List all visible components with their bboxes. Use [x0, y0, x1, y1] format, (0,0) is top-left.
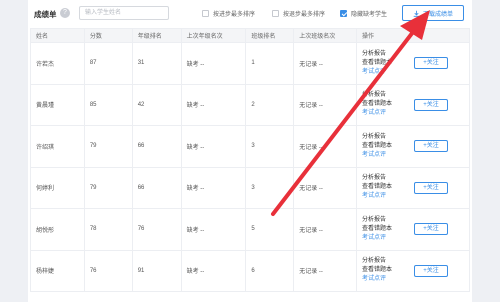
exam-comment-link[interactable]: 考试点评 — [362, 109, 414, 118]
table-row: 何婷利 79 66 缺考 -- 3 无记录 -- 分析报告 查看错题本 考试点评 +关注 — [30, 166, 470, 209]
table-row: 黄晨瑾 85 42 缺考 -- 2 无记录 -- 分析报告 查看错题本 考试点评 +关注 — [30, 83, 470, 126]
grade-rank-cell: 31 — [131, 42, 182, 85]
sort-progress-checkbox[interactable] — [202, 10, 209, 17]
download-icon — [413, 10, 420, 17]
col-header-class-rank[interactable]: 班级排名 — [245, 28, 295, 43]
student-name-cell: 许绍琪 — [30, 125, 85, 168]
class-rank-cell: 3 — [245, 166, 295, 209]
sort-regress-option[interactable]: 按退步最多排序 — [272, 9, 325, 18]
col-header-actions: 操作 — [356, 28, 470, 43]
student-name-cell: 黄晨瑾 — [30, 83, 85, 126]
toolbar: 成绩单 ? 按进步最多排序 按退步最多排序 隐藏缺考学生 下载成绩单 — [28, 0, 472, 28]
table-header-row: 姓名 分数 年级排名 上次年级名次 班级排名 上次班级名次 操作 — [30, 28, 470, 43]
col-header-last-class-rank[interactable]: 上次班级名次 — [293, 28, 358, 43]
last-class-rank-cell: 无记录 -- — [293, 125, 358, 168]
follow-button[interactable]: +关注 — [414, 98, 449, 111]
student-name-cell: 何婷利 — [30, 166, 85, 209]
last-grade-rank-cell: 缺考 -- — [180, 208, 247, 251]
exam-comment-link[interactable]: 考试点评 — [362, 275, 414, 284]
score-cell: 79 — [83, 166, 133, 209]
report-card-panel: 成绩单 ? 按进步最多排序 按退步最多排序 隐藏缺考学生 下载成绩单 — [28, 0, 472, 302]
wrong-book-link[interactable]: 查看错题本 — [362, 100, 414, 109]
class-rank-cell: 2 — [245, 83, 295, 126]
sort-regress-label: 按退步最多排序 — [283, 12, 326, 18]
wrong-book-link[interactable]: 查看错题本 — [362, 183, 414, 192]
actions-cell: 分析报告 查看错题本 考试点评 +关注 — [356, 83, 470, 126]
grade-rank-cell: 42 — [131, 83, 182, 126]
follow-button[interactable]: +关注 — [414, 57, 449, 70]
class-rank-cell: 3 — [245, 125, 295, 168]
grade-rank-cell: 76 — [131, 208, 182, 251]
grade-rank-cell: 66 — [131, 166, 182, 209]
score-table: 姓名 分数 年级排名 上次年级名次 班级排名 上次班级名次 操作 许若杰 87 31… — [30, 28, 470, 292]
class-rank-cell: 1 — [245, 42, 295, 85]
student-name-cell: 杨梓婕 — [30, 249, 85, 292]
analysis-report-link[interactable]: 分析报告 — [362, 50, 414, 59]
last-grade-rank-cell: 缺考 -- — [180, 125, 247, 168]
col-header-name[interactable]: 姓名 — [30, 28, 85, 43]
download-label: 下载成绩单 — [422, 11, 453, 18]
col-header-score[interactable]: 分数 — [83, 28, 133, 43]
exam-comment-link[interactable]: 考试点评 — [362, 68, 414, 77]
last-grade-rank-cell: 缺考 -- — [180, 166, 247, 209]
wrong-book-link[interactable]: 查看错题本 — [362, 59, 414, 68]
exam-comment-link[interactable]: 考试点评 — [362, 234, 414, 243]
wrong-book-link[interactable]: 查看错题本 — [362, 225, 414, 234]
score-cell: 76 — [83, 249, 133, 292]
follow-button[interactable]: +关注 — [414, 223, 449, 236]
hide-absent-option[interactable]: 隐藏缺考学生 — [340, 9, 387, 18]
score-cell: 78 — [83, 208, 133, 251]
search-input[interactable] — [79, 6, 169, 20]
follow-button[interactable]: +关注 — [414, 181, 449, 194]
analysis-report-link[interactable]: 分析报告 — [362, 257, 414, 266]
col-header-last-grade-rank[interactable]: 上次年级名次 — [180, 28, 247, 43]
student-name-cell: 胡悦彤 — [30, 208, 85, 251]
last-grade-rank-cell: 缺考 -- — [180, 42, 247, 85]
actions-cell: 分析报告 查看错题本 考试点评 +关注 — [356, 249, 470, 292]
table-row: 许绍琪 79 66 缺考 -- 3 无记录 -- 分析报告 查看错题本 考试点评 +关注 — [30, 125, 470, 168]
class-rank-cell: 6 — [245, 249, 295, 292]
student-name-cell: 许若杰 — [30, 42, 85, 85]
table-row: 许若杰 87 31 缺考 -- 1 无记录 -- 分析报告 查看错题本 考试点评 +关注 — [30, 42, 470, 85]
analysis-report-link[interactable]: 分析报告 — [362, 216, 414, 225]
table-row: 胡悦彤 78 76 缺考 -- 5 无记录 -- 分析报告 查看错题本 考试点评 +关注 — [30, 208, 470, 251]
page-title: 成绩单 — [34, 10, 57, 19]
follow-button[interactable]: +关注 — [414, 264, 449, 277]
follow-button[interactable]: +关注 — [414, 140, 449, 153]
sort-progress-option[interactable]: 按进步最多排序 — [202, 9, 255, 18]
score-cell: 85 — [83, 83, 133, 126]
score-cell: 87 — [83, 42, 133, 85]
grade-rank-cell: 91 — [131, 249, 182, 292]
download-report-button[interactable]: 下载成绩单 — [402, 5, 464, 21]
question-icon[interactable]: ? — [60, 8, 70, 18]
col-header-grade-rank[interactable]: 年级排名 — [131, 28, 182, 43]
analysis-report-link[interactable]: 分析报告 — [362, 174, 414, 183]
last-class-rank-cell: 无记录 -- — [293, 166, 358, 209]
score-cell: 79 — [83, 125, 133, 168]
actions-cell: 分析报告 查看错题本 考试点评 +关注 — [356, 208, 470, 251]
last-class-rank-cell: 无记录 -- — [293, 83, 358, 126]
sort-progress-label: 按进步最多排序 — [213, 12, 256, 18]
sort-regress-checkbox[interactable] — [272, 10, 279, 17]
actions-cell: 分析报告 查看错题本 考试点评 +关注 — [356, 166, 470, 209]
table-row: 杨梓婕 76 91 缺考 -- 6 无记录 -- 分析报告 查看错题本 考试点评 +关注 — [30, 249, 470, 292]
last-class-rank-cell: 无记录 -- — [293, 42, 358, 85]
analysis-report-link[interactable]: 分析报告 — [362, 91, 414, 100]
actions-cell: 分析报告 查看错题本 考试点评 +关注 — [356, 125, 470, 168]
last-grade-rank-cell: 缺考 -- — [180, 83, 247, 126]
grade-rank-cell: 66 — [131, 125, 182, 168]
last-class-rank-cell: 无记录 -- — [293, 208, 358, 251]
last-class-rank-cell: 无记录 -- — [293, 249, 358, 292]
wrong-book-link[interactable]: 查看错题本 — [362, 266, 414, 275]
actions-cell: 分析报告 查看错题本 考试点评 +关注 — [356, 42, 470, 85]
last-grade-rank-cell: 缺考 -- — [180, 249, 247, 292]
hide-absent-checkbox[interactable] — [340, 10, 347, 17]
exam-comment-link[interactable]: 考试点评 — [362, 151, 414, 160]
class-rank-cell: 5 — [245, 208, 295, 251]
exam-comment-link[interactable]: 考试点评 — [362, 192, 414, 201]
analysis-report-link[interactable]: 分析报告 — [362, 133, 414, 142]
hide-absent-label: 隐藏缺考学生 — [351, 12, 388, 18]
wrong-book-link[interactable]: 查看错题本 — [362, 142, 414, 151]
